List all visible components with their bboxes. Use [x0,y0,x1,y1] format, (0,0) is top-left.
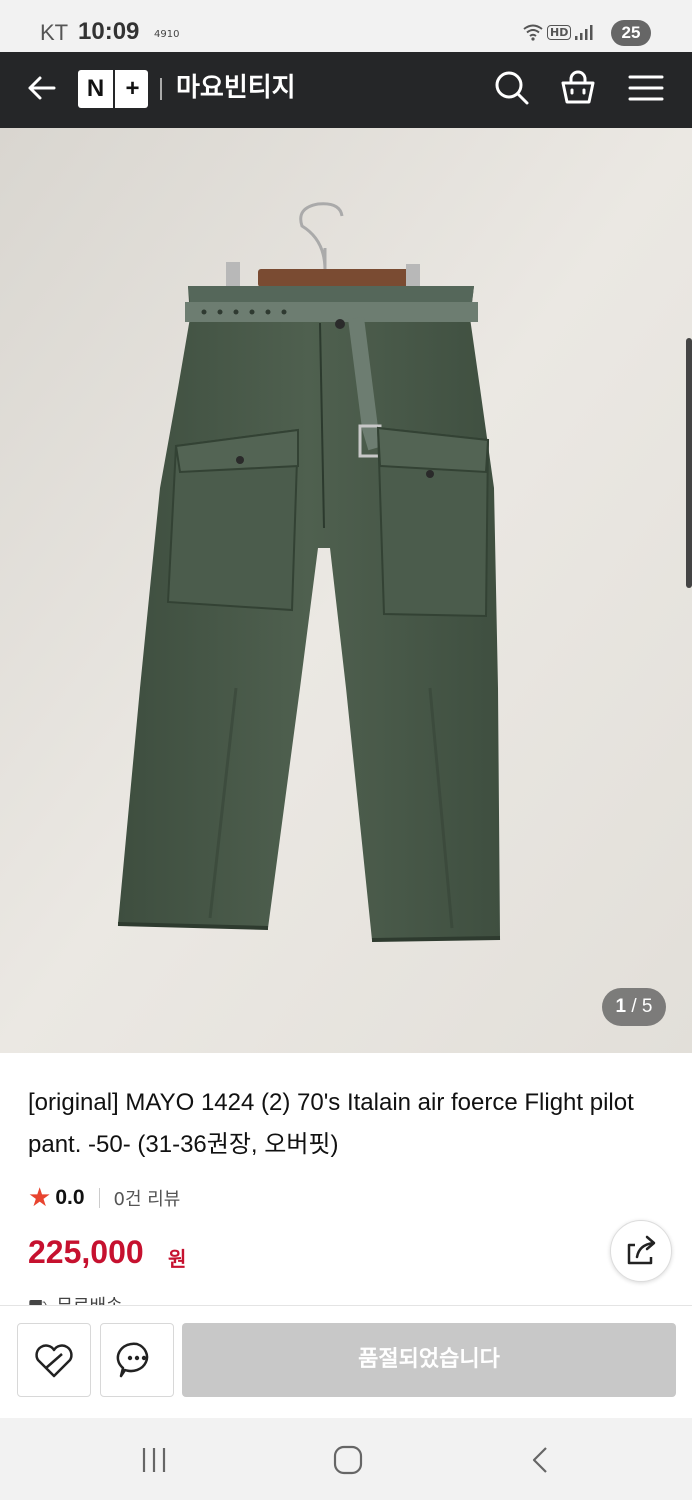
battery-indicator: 25 [611,20,651,46]
rating-divider [98,1188,100,1208]
sold-out-button[interactable]: 품절되었습니다 [182,1323,676,1397]
counter-total: 5 [641,996,653,1017]
star-icon: ★ [28,1183,52,1213]
bottom-action-bar: 품절되었습니다 [0,1305,692,1418]
store-name[interactable]: 마요빈티지 [176,70,296,106]
counter-current: 1 [615,996,627,1017]
recent-apps-icon[interactable] [136,1442,172,1478]
price-currency: 원 [168,1247,187,1271]
rating-row[interactable]: ★ 0.0 0건 리뷰 [28,1182,180,1214]
app-bar: N + 마요빈티지 [0,52,692,128]
image-page-counter: 1 / 5 [602,988,666,1026]
product-image[interactable] [0,128,692,1053]
product-price: 225,000 [28,1234,144,1270]
scroll-indicator [686,338,692,588]
back-arrow-icon[interactable] [24,70,60,106]
menu-icon[interactable] [626,68,666,108]
share-button[interactable] [610,1220,672,1282]
product-title: [original] MAYO 1424 (2) 70's Italain ai… [28,1089,634,1158]
naver-plus-logo[interactable]: N + [78,70,148,108]
carrier-label: KT [40,20,69,45]
hd-badge: HD [547,25,572,40]
inquiry-button[interactable] [100,1323,174,1397]
system-back-icon[interactable] [524,1442,560,1478]
chat-bubble-icon [116,1342,149,1378]
signal-icon [575,24,593,40]
header-divider [160,78,162,100]
logo-n: N [86,75,105,102]
clock: 10:09 [78,18,140,45]
share-icon [627,1235,656,1265]
pants-photo-illustration [0,128,692,1053]
home-icon[interactable] [330,1442,366,1478]
shipping-info: ⛟ 무료배송 [28,1292,123,1306]
wifi-icon [523,24,543,41]
status-small-label: 4910 [154,29,180,40]
counter-separator: / [626,996,642,1017]
heart-icon [35,1344,73,1378]
status-bar: KT 10:09 4910 HD 25 [0,0,692,52]
shopping-basket-icon[interactable] [558,68,598,108]
search-icon[interactable] [492,68,532,108]
review-count[interactable]: 0건 리뷰 [114,1185,181,1211]
rating-score: 0.0 [55,1186,85,1209]
logo-plus: + [113,70,150,108]
wishlist-button[interactable] [17,1323,91,1397]
network-indicator: HD [522,22,594,41]
system-nav-bar [0,1418,692,1500]
